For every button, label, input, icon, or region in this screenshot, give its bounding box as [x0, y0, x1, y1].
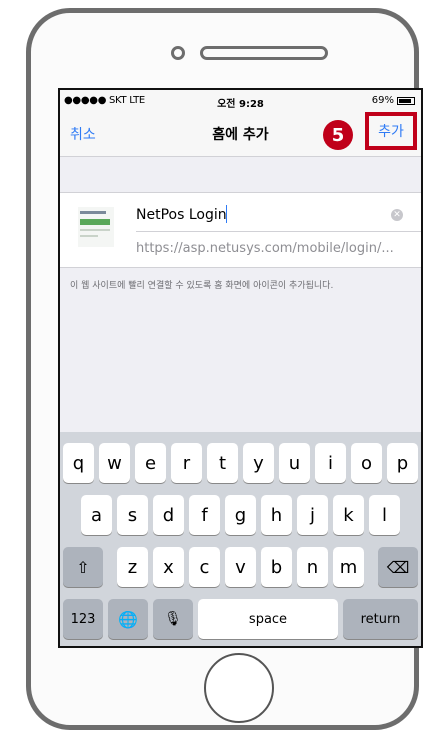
key-o[interactable]: o	[351, 443, 382, 483]
key-p[interactable]: p	[387, 443, 418, 483]
key-x[interactable]: x	[153, 547, 184, 587]
home-button[interactable]	[204, 653, 274, 723]
key-v[interactable]: v	[225, 547, 256, 587]
hint-text: 이 웹 사이트에 빨리 연결할 수 있도록 홈 화면에 아이콘이 추가됩니다.	[70, 281, 334, 291]
key-j[interactable]: j	[297, 495, 328, 535]
key-e[interactable]: e	[135, 443, 166, 483]
battery-status: 69%	[372, 95, 415, 106]
key-d[interactable]: d	[153, 495, 184, 535]
divider	[136, 231, 421, 232]
key-f[interactable]: f	[189, 495, 220, 535]
key-n[interactable]: n	[297, 547, 328, 587]
space-key[interactable]: space	[198, 599, 338, 639]
bookmark-card: ✕ https://asp.netusys.com/mobile/login/.…	[60, 192, 421, 268]
clock: 오전 9:28	[217, 99, 264, 110]
bookmark-url: https://asp.netusys.com/mobile/login/...	[136, 241, 394, 256]
key-i[interactable]: i	[315, 443, 346, 483]
return-key[interactable]: return	[343, 599, 418, 639]
key-b[interactable]: b	[261, 547, 292, 587]
key-w[interactable]: w	[99, 443, 130, 483]
microphone-key[interactable]: 🎙	[153, 599, 193, 639]
key-y[interactable]: y	[243, 443, 274, 483]
key-s[interactable]: s	[117, 495, 148, 535]
key-t[interactable]: t	[207, 443, 238, 483]
backspace-key[interactable]: ⌫	[378, 547, 418, 587]
shift-key[interactable]: ⇧	[63, 547, 103, 587]
key-k[interactable]: k	[333, 495, 364, 535]
globe-key[interactable]: 🌐	[108, 599, 148, 639]
clear-text-icon[interactable]: ✕	[391, 209, 403, 221]
key-c[interactable]: c	[189, 547, 220, 587]
step-badge: 5	[323, 120, 353, 150]
key-u[interactable]: u	[279, 443, 310, 483]
key-q[interactable]: q	[63, 443, 94, 483]
battery-percent: 69%	[371, 95, 394, 106]
phone-screen: ●●●●● SKT LTE 오전 9:28 69% 취소 홈에 추가 5 추가 …	[58, 88, 423, 648]
key-z[interactable]: z	[117, 547, 148, 587]
key-h[interactable]: h	[261, 495, 292, 535]
add-button[interactable]: 추가	[378, 121, 404, 141]
navigation-bar: 취소 홈에 추가 5 추가	[60, 112, 421, 157]
key-m[interactable]: m	[333, 547, 364, 587]
text-caret	[226, 205, 227, 223]
camera-dot	[171, 46, 185, 60]
numbers-key[interactable]: 123	[63, 599, 103, 639]
speaker-bar	[200, 46, 328, 60]
battery-icon	[397, 96, 415, 105]
add-button-highlight: 추가	[365, 112, 417, 150]
key-a[interactable]: a	[81, 495, 112, 535]
bookmark-title-input[interactable]	[136, 205, 386, 225]
site-thumbnail	[78, 207, 114, 247]
key-r[interactable]: r	[171, 443, 202, 483]
keyboard: q w e r t y u i o p a s d f g h j k l ⇧ …	[60, 432, 421, 646]
status-bar: ●●●●● SKT LTE 오전 9:28 69%	[60, 90, 421, 112]
key-l[interactable]: l	[369, 495, 400, 535]
key-g[interactable]: g	[225, 495, 256, 535]
